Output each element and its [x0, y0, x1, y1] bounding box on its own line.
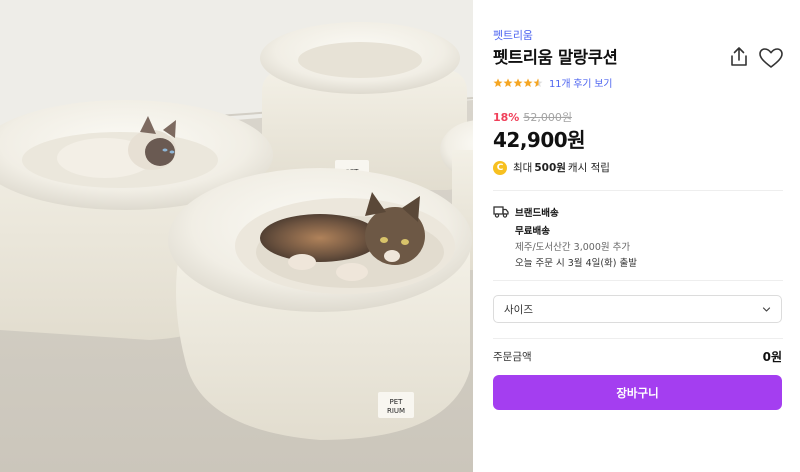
- order-total-value: 0원: [762, 350, 782, 364]
- coin-icon: C: [493, 160, 507, 175]
- like-button[interactable]: [757, 44, 785, 72]
- star-icon: [503, 78, 513, 87]
- cash-prefix: 최대: [513, 162, 533, 174]
- shipping-date: 오늘 주문 시 3월 4일(화) 출발: [515, 258, 638, 269]
- product-info-panel: 펫트리움 펫트리움 말랑쿠션 11개 후기 보기 18% 52,000원 42,…: [473, 0, 800, 472]
- shipping-type: 브랜드배송: [515, 208, 559, 219]
- shipping-fee: 무료배송: [515, 226, 550, 237]
- cash-reward: C 최대 500원 캐시 적립: [493, 160, 610, 175]
- price-original-row: 18% 52,000원: [493, 109, 572, 125]
- size-select[interactable]: 사이즈: [493, 295, 782, 323]
- add-to-cart-button[interactable]: 장바구니: [493, 375, 782, 410]
- star-half-icon: [533, 78, 543, 87]
- rating-row: 11개 후기 보기: [493, 75, 612, 90]
- truck-icon: [493, 206, 509, 218]
- divider: [493, 190, 783, 191]
- star-icon: [513, 78, 523, 87]
- front-bed: PET RIUM: [168, 168, 472, 440]
- share-icon: [731, 47, 747, 66]
- bed-tag-line1: PET: [390, 398, 404, 406]
- product-title: 펫트리움 말랑쿠션: [493, 48, 618, 67]
- original-price: 52,000원: [523, 111, 572, 124]
- size-select-label: 사이즈: [504, 303, 533, 316]
- divider: [493, 338, 783, 339]
- bed-tag-line2: RIUM: [387, 407, 405, 415]
- share-button[interactable]: [726, 44, 752, 70]
- cash-suffix: 캐시 적립: [567, 162, 610, 174]
- rating-stars: [493, 78, 543, 88]
- divider: [493, 280, 783, 281]
- review-link[interactable]: 11개 후기 보기: [549, 75, 612, 90]
- cash-amount: 500원: [534, 162, 566, 174]
- sale-price: 42,900원: [493, 128, 586, 152]
- discount-rate: 18%: [493, 111, 520, 124]
- star-icon: [523, 78, 533, 87]
- heart-icon: [759, 48, 783, 68]
- back-bed: PET: [260, 22, 467, 190]
- product-image: PET RIUM: [0, 0, 473, 472]
- shipping-extra-fee: 제주/도서산간 3,000원 추가: [515, 242, 631, 253]
- chevron-down-icon: [762, 307, 771, 312]
- order-total-label: 주문금액: [493, 351, 532, 363]
- brand-link[interactable]: 펫트리움: [493, 27, 533, 43]
- star-icon: [493, 78, 503, 87]
